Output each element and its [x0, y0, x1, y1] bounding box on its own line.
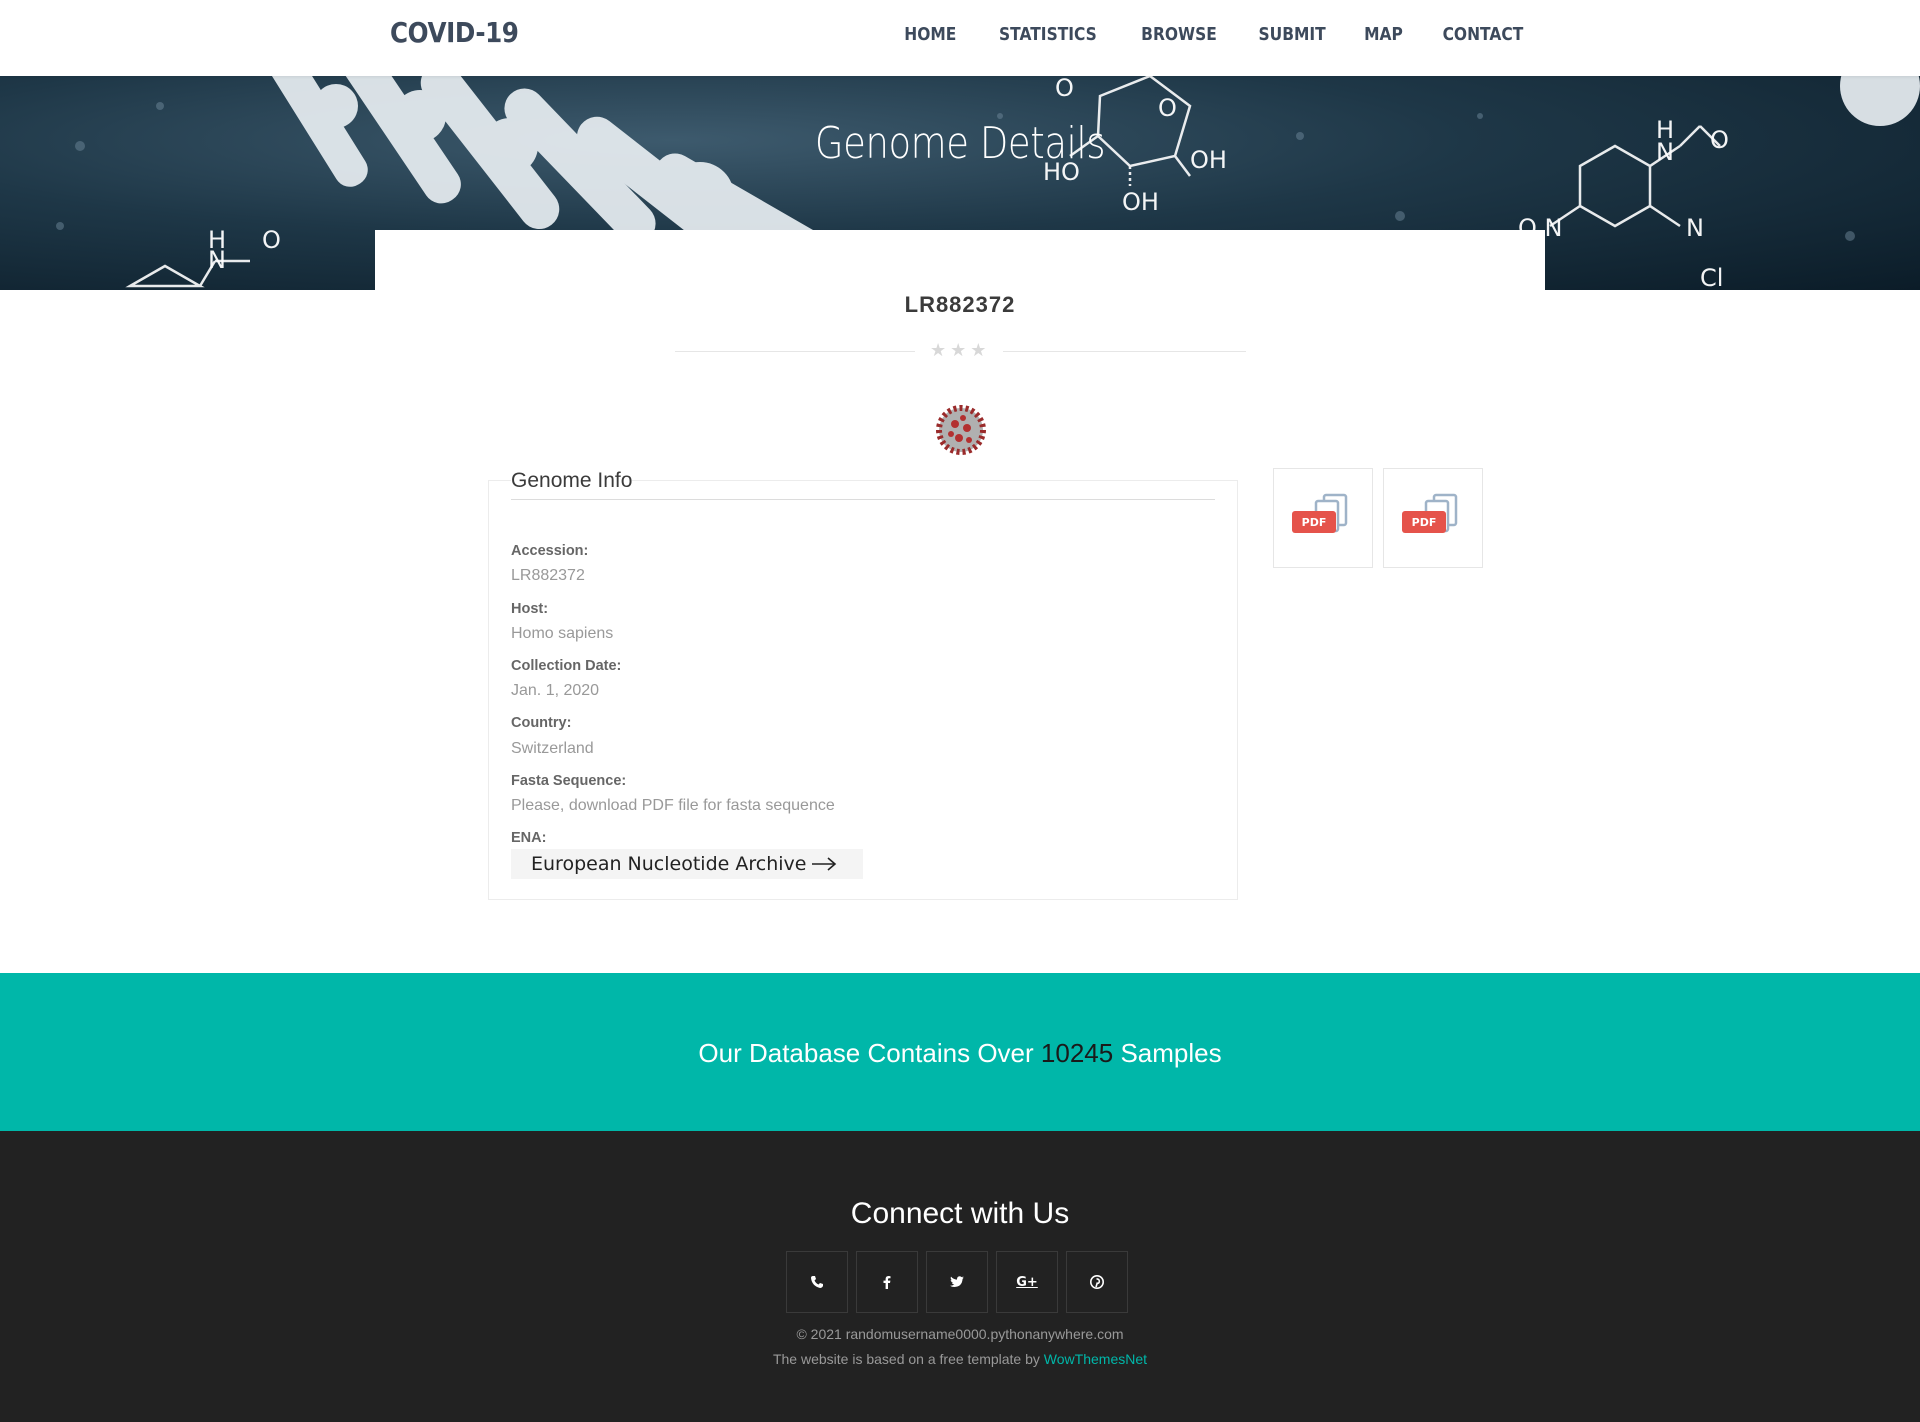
nav-statistics[interactable]: STATISTICS [999, 24, 1097, 45]
collection-date-value: Jan. 1, 2020 [511, 682, 600, 699]
ena-label: ENA: [511, 830, 547, 846]
nav-browse[interactable]: BROWSE [1141, 24, 1217, 45]
star-icon: ★ [930, 340, 947, 360]
pdf-file-icon: PDF [1402, 493, 1458, 533]
coronavirus-icon [936, 405, 986, 455]
divider-right [1003, 351, 1246, 352]
pdf-download-button-2[interactable]: PDF [1383, 468, 1483, 568]
navbar: COVID-19 HOME STATISTICS BROWSE SUBMIT M… [0, 0, 1920, 76]
svg-text:O: O [1055, 76, 1074, 102]
country-label: Country: [511, 715, 572, 731]
pdf-badge: PDF [1412, 516, 1437, 529]
ena-link-button[interactable]: European Nucleotide Archive [511, 849, 863, 879]
brand-logo[interactable]: COVID-19 [390, 16, 519, 49]
accession-value: LR882372 [511, 567, 585, 584]
template-credit: The website is based on a free template … [0, 1351, 1920, 1367]
stats-band: Our Database Contains Over 10245 Samples [0, 973, 1920, 1131]
sample-count-text: Our Database Contains Over 10245 Samples [0, 1038, 1920, 1069]
sample-count: 10245 [1040, 1038, 1114, 1068]
arrow-right-icon [812, 857, 837, 871]
stats-suffix: Samples [1120, 1038, 1222, 1068]
pdf-file-icon: PDF [1292, 493, 1348, 533]
nav-home[interactable]: HOME [905, 24, 957, 45]
page-title: Genome Details [814, 118, 1106, 169]
twitter-icon[interactable] [926, 1251, 988, 1313]
genome-detail-card: LR882372 ★ ★ ★ Genome Info Accession: LR… [375, 230, 1545, 950]
nav-map[interactable]: MAP [1364, 24, 1403, 45]
host-value: Homo sapiens [511, 625, 614, 642]
country-value: Switzerland [511, 740, 594, 757]
heading-underline [511, 499, 1215, 500]
divider-left [675, 351, 915, 352]
ena-link-label: European Nucleotide Archive [531, 853, 807, 875]
svg-text:Cl: Cl [1700, 264, 1723, 290]
fasta-sequence-label: Fasta Sequence: [511, 773, 627, 789]
divider-stars: ★ ★ ★ [930, 340, 986, 361]
svg-text:N: N [208, 246, 226, 274]
footer-title: Connect with Us [850, 1197, 1070, 1230]
host-label: Host: [511, 601, 549, 617]
template-credit-link[interactable]: WowThemesNet [1044, 1351, 1147, 1367]
stats-prefix: Our Database Contains Over [698, 1038, 1034, 1068]
svg-text:O: O [262, 226, 281, 254]
accession-label: Accession: [511, 543, 589, 559]
facebook-icon[interactable] [856, 1251, 918, 1313]
genome-title: LR882372 [904, 292, 1016, 317]
copyright-text: © 2021 randomusername0000.pythonanywhere… [796, 1326, 1124, 1342]
nav-submit[interactable]: SUBMIT [1258, 24, 1325, 45]
pdf-badge: PDF [1302, 516, 1327, 529]
star-icon: ★ [970, 340, 987, 360]
genome-info-panel: Genome Info Accession: LR882372 Host: Ho… [488, 469, 1238, 900]
google-plus-icon[interactable]: G+ [996, 1251, 1058, 1313]
svg-text:N: N [1686, 214, 1704, 242]
fasta-sequence-value: Please, download PDF file for fasta sequ… [511, 797, 835, 814]
template-credit-text: The website is based on a free template … [772, 1351, 1040, 1367]
footer: Connect with Us G+ © 2021 randomusername… [0, 1131, 1920, 1422]
pinterest-icon[interactable] [1066, 1251, 1128, 1313]
phone-icon[interactable] [786, 1251, 848, 1313]
social-links: G+ [786, 1251, 1128, 1313]
genome-info-heading: Genome Info [511, 469, 633, 493]
star-icon: ★ [950, 340, 967, 360]
pdf-download-button-1[interactable]: PDF [1273, 468, 1373, 568]
nav-contact[interactable]: CONTACT [1443, 24, 1524, 45]
svg-text:OH: OH [1122, 188, 1159, 216]
main-nav: HOME STATISTICS BROWSE SUBMIT MAP CONTAC… [900, 24, 1530, 45]
collection-date-label: Collection Date: [511, 658, 622, 674]
